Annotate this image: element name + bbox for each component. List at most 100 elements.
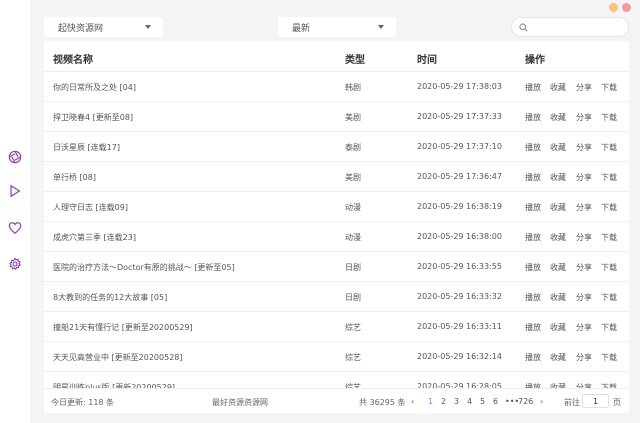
chevron-down-icon xyxy=(145,25,151,29)
gear-icon[interactable] xyxy=(7,256,23,272)
page-5[interactable]: 5 xyxy=(480,397,485,406)
video-time: 2020-05-29 17:36:47 xyxy=(417,172,502,181)
play-icon[interactable] xyxy=(7,183,23,199)
download-button[interactable]: 下载 xyxy=(601,292,617,303)
video-name: 撞船21天有懂行记 [更新至20200529] xyxy=(53,323,193,332)
table-row[interactable]: 人理守日志 [连载09] 动漫 2020-05-29 16:38:19 播放 收藏 分享下… xyxy=(44,192,629,222)
share-button[interactable]: 分享 xyxy=(576,172,592,183)
next-page-button[interactable]: › xyxy=(540,397,543,406)
video-time: 2020-05-29 17:37:10 xyxy=(417,142,502,151)
page-2[interactable]: 2 xyxy=(441,397,446,406)
favorite-button[interactable]: 收藏 xyxy=(550,202,566,213)
share-button[interactable]: 分享 xyxy=(576,352,592,363)
video-type: 美剧 xyxy=(345,173,361,182)
share-button[interactable]: 分享 xyxy=(576,202,592,213)
share-button[interactable]: 分享 xyxy=(576,322,592,333)
play-button[interactable]: 播放 xyxy=(525,352,541,363)
video-type: 美剧 xyxy=(345,113,361,122)
table-row[interactable]: 成虎穴第三季 [连载23] 动漫 2020-05-29 16:38:00 播放 收藏 分享… xyxy=(44,222,629,252)
share-button[interactable]: 分享 xyxy=(576,262,592,273)
goto-page-input[interactable] xyxy=(582,394,609,408)
goto-label: 前往 xyxy=(564,398,580,407)
download-button[interactable]: 下载 xyxy=(601,82,617,93)
favorite-button[interactable]: 收藏 xyxy=(550,292,566,303)
updated-today: 今日更新: 118 条 xyxy=(51,398,115,407)
play-button[interactable]: 播放 xyxy=(525,112,541,123)
total-count: 共 36295 条 xyxy=(359,398,406,407)
video-name: 医院的治疗方法～Doctor有原的挑战～ [更新至05] xyxy=(53,263,235,272)
minimize-button[interactable] xyxy=(609,3,618,12)
page-3[interactable]: 3 xyxy=(454,397,459,406)
table-row[interactable]: 捍卫晓春4 [更新至08] 美剧 2020-05-29 17:37:33 播放 收藏 分享… xyxy=(44,102,629,132)
video-type: 泰剧 xyxy=(345,143,361,152)
download-button[interactable]: 下载 xyxy=(601,262,617,273)
favorite-button[interactable]: 收藏 xyxy=(550,262,566,273)
video-name: 单行桥 [08] xyxy=(53,173,96,182)
aperture-icon[interactable] xyxy=(7,149,23,165)
favorite-button[interactable]: 收藏 xyxy=(550,112,566,123)
page-last[interactable]: 726 xyxy=(518,397,533,406)
download-button[interactable]: 下载 xyxy=(601,112,617,123)
video-time: 2020-05-29 16:32:14 xyxy=(417,352,502,361)
video-type: 日剧 xyxy=(345,293,361,302)
play-button[interactable]: 播放 xyxy=(525,82,541,93)
page-unit: 页 xyxy=(613,398,621,407)
play-button[interactable]: 播放 xyxy=(525,172,541,183)
table-header: 视频名称 类型 时间 操作 xyxy=(44,41,629,72)
video-time: 2020-05-29 16:38:00 xyxy=(417,232,502,241)
download-button[interactable]: 下载 xyxy=(601,352,617,363)
download-button[interactable]: 下载 xyxy=(601,172,617,183)
favorite-button[interactable]: 收藏 xyxy=(550,172,566,183)
favorite-button[interactable]: 收藏 xyxy=(550,232,566,243)
play-button[interactable]: 播放 xyxy=(525,292,541,303)
play-button[interactable]: 播放 xyxy=(525,262,541,273)
search-input[interactable] xyxy=(532,22,622,32)
favorite-button[interactable]: 收藏 xyxy=(550,352,566,363)
table-body: 你的日常所及之处 [04] 韩剧 2020-05-29 17:38:03 播放 收藏 分享… xyxy=(44,72,629,388)
share-button[interactable]: 分享 xyxy=(576,82,592,93)
heart-icon[interactable] xyxy=(7,220,23,236)
header-time: 时间 xyxy=(417,55,437,66)
table-row[interactable]: 医院的治疗方法～Doctor有原的挑战～ [更新至05] 日剧 2020-05-29… xyxy=(44,252,629,282)
close-button[interactable] xyxy=(622,3,631,12)
download-button[interactable]: 下载 xyxy=(601,202,617,213)
play-button[interactable]: 播放 xyxy=(525,232,541,243)
video-time: 2020-05-29 16:33:32 xyxy=(417,292,502,301)
video-name: 你的日常所及之处 [04] xyxy=(53,83,136,92)
video-name: 捍卫晓春4 [更新至08] xyxy=(53,113,134,122)
sort-select[interactable]: 最新 xyxy=(278,17,396,37)
video-name: 日沃星辰 [连载17] xyxy=(53,143,120,152)
prev-page-button[interactable]: ‹ xyxy=(411,397,414,406)
table-row[interactable]: 明星训练plus版 [更新20200529] 综艺 2020-05-29 16:28… xyxy=(44,372,629,388)
video-type: 韩剧 xyxy=(345,83,361,92)
search-box[interactable] xyxy=(511,17,629,37)
table-row[interactable]: 8大教到的任务的12大故事 [05] 日剧 2020-05-29 16:33:32 播… xyxy=(44,282,629,312)
table-footer: 今日更新: 118 条 最好资源资源网 共 36295 条 ‹ 1 2 3 4 … xyxy=(44,388,629,413)
favorite-button[interactable]: 收藏 xyxy=(550,322,566,333)
download-button[interactable]: 下载 xyxy=(601,322,617,333)
share-button[interactable]: 分享 xyxy=(576,232,592,243)
share-button[interactable]: 分享 xyxy=(576,112,592,123)
table-row[interactable]: 单行桥 [08] 美剧 2020-05-29 17:36:47 播放 收藏 分享 下载 xyxy=(44,162,629,192)
share-button[interactable]: 分享 xyxy=(576,292,592,303)
favorite-button[interactable]: 收藏 xyxy=(550,82,566,93)
table-row[interactable]: 天天见高营业中 [更新至20200528] 综艺 2020-05-29 16:32:… xyxy=(44,342,629,372)
download-button[interactable]: 下载 xyxy=(601,232,617,243)
table-row[interactable]: 撞船21天有懂行记 [更新至20200529] 综艺 2020-05-29 16:3… xyxy=(44,312,629,342)
video-name: 成虎穴第三季 [连载23] xyxy=(53,233,136,242)
share-button[interactable]: 分享 xyxy=(576,142,592,153)
table-row[interactable]: 日沃星辰 [连载17] 泰剧 2020-05-29 17:37:10 播放 收藏 分享 下载 xyxy=(44,132,629,162)
video-type: 动漫 xyxy=(345,233,361,242)
favorite-button[interactable]: 收藏 xyxy=(550,142,566,153)
page-1[interactable]: 1 xyxy=(428,397,433,406)
page-4[interactable]: 4 xyxy=(467,397,472,406)
source-select[interactable]: 起快资源网 xyxy=(44,17,163,37)
play-button[interactable]: 播放 xyxy=(525,322,541,333)
play-button[interactable]: 播放 xyxy=(525,202,541,213)
table-row[interactable]: 你的日常所及之处 [04] 韩剧 2020-05-29 17:38:03 播放 收藏 分享… xyxy=(44,72,629,102)
video-type: 日剧 xyxy=(345,263,361,272)
video-type: 动漫 xyxy=(345,203,361,212)
page-6[interactable]: 6 xyxy=(493,397,498,406)
download-button[interactable]: 下载 xyxy=(601,142,617,153)
play-button[interactable]: 播放 xyxy=(525,142,541,153)
